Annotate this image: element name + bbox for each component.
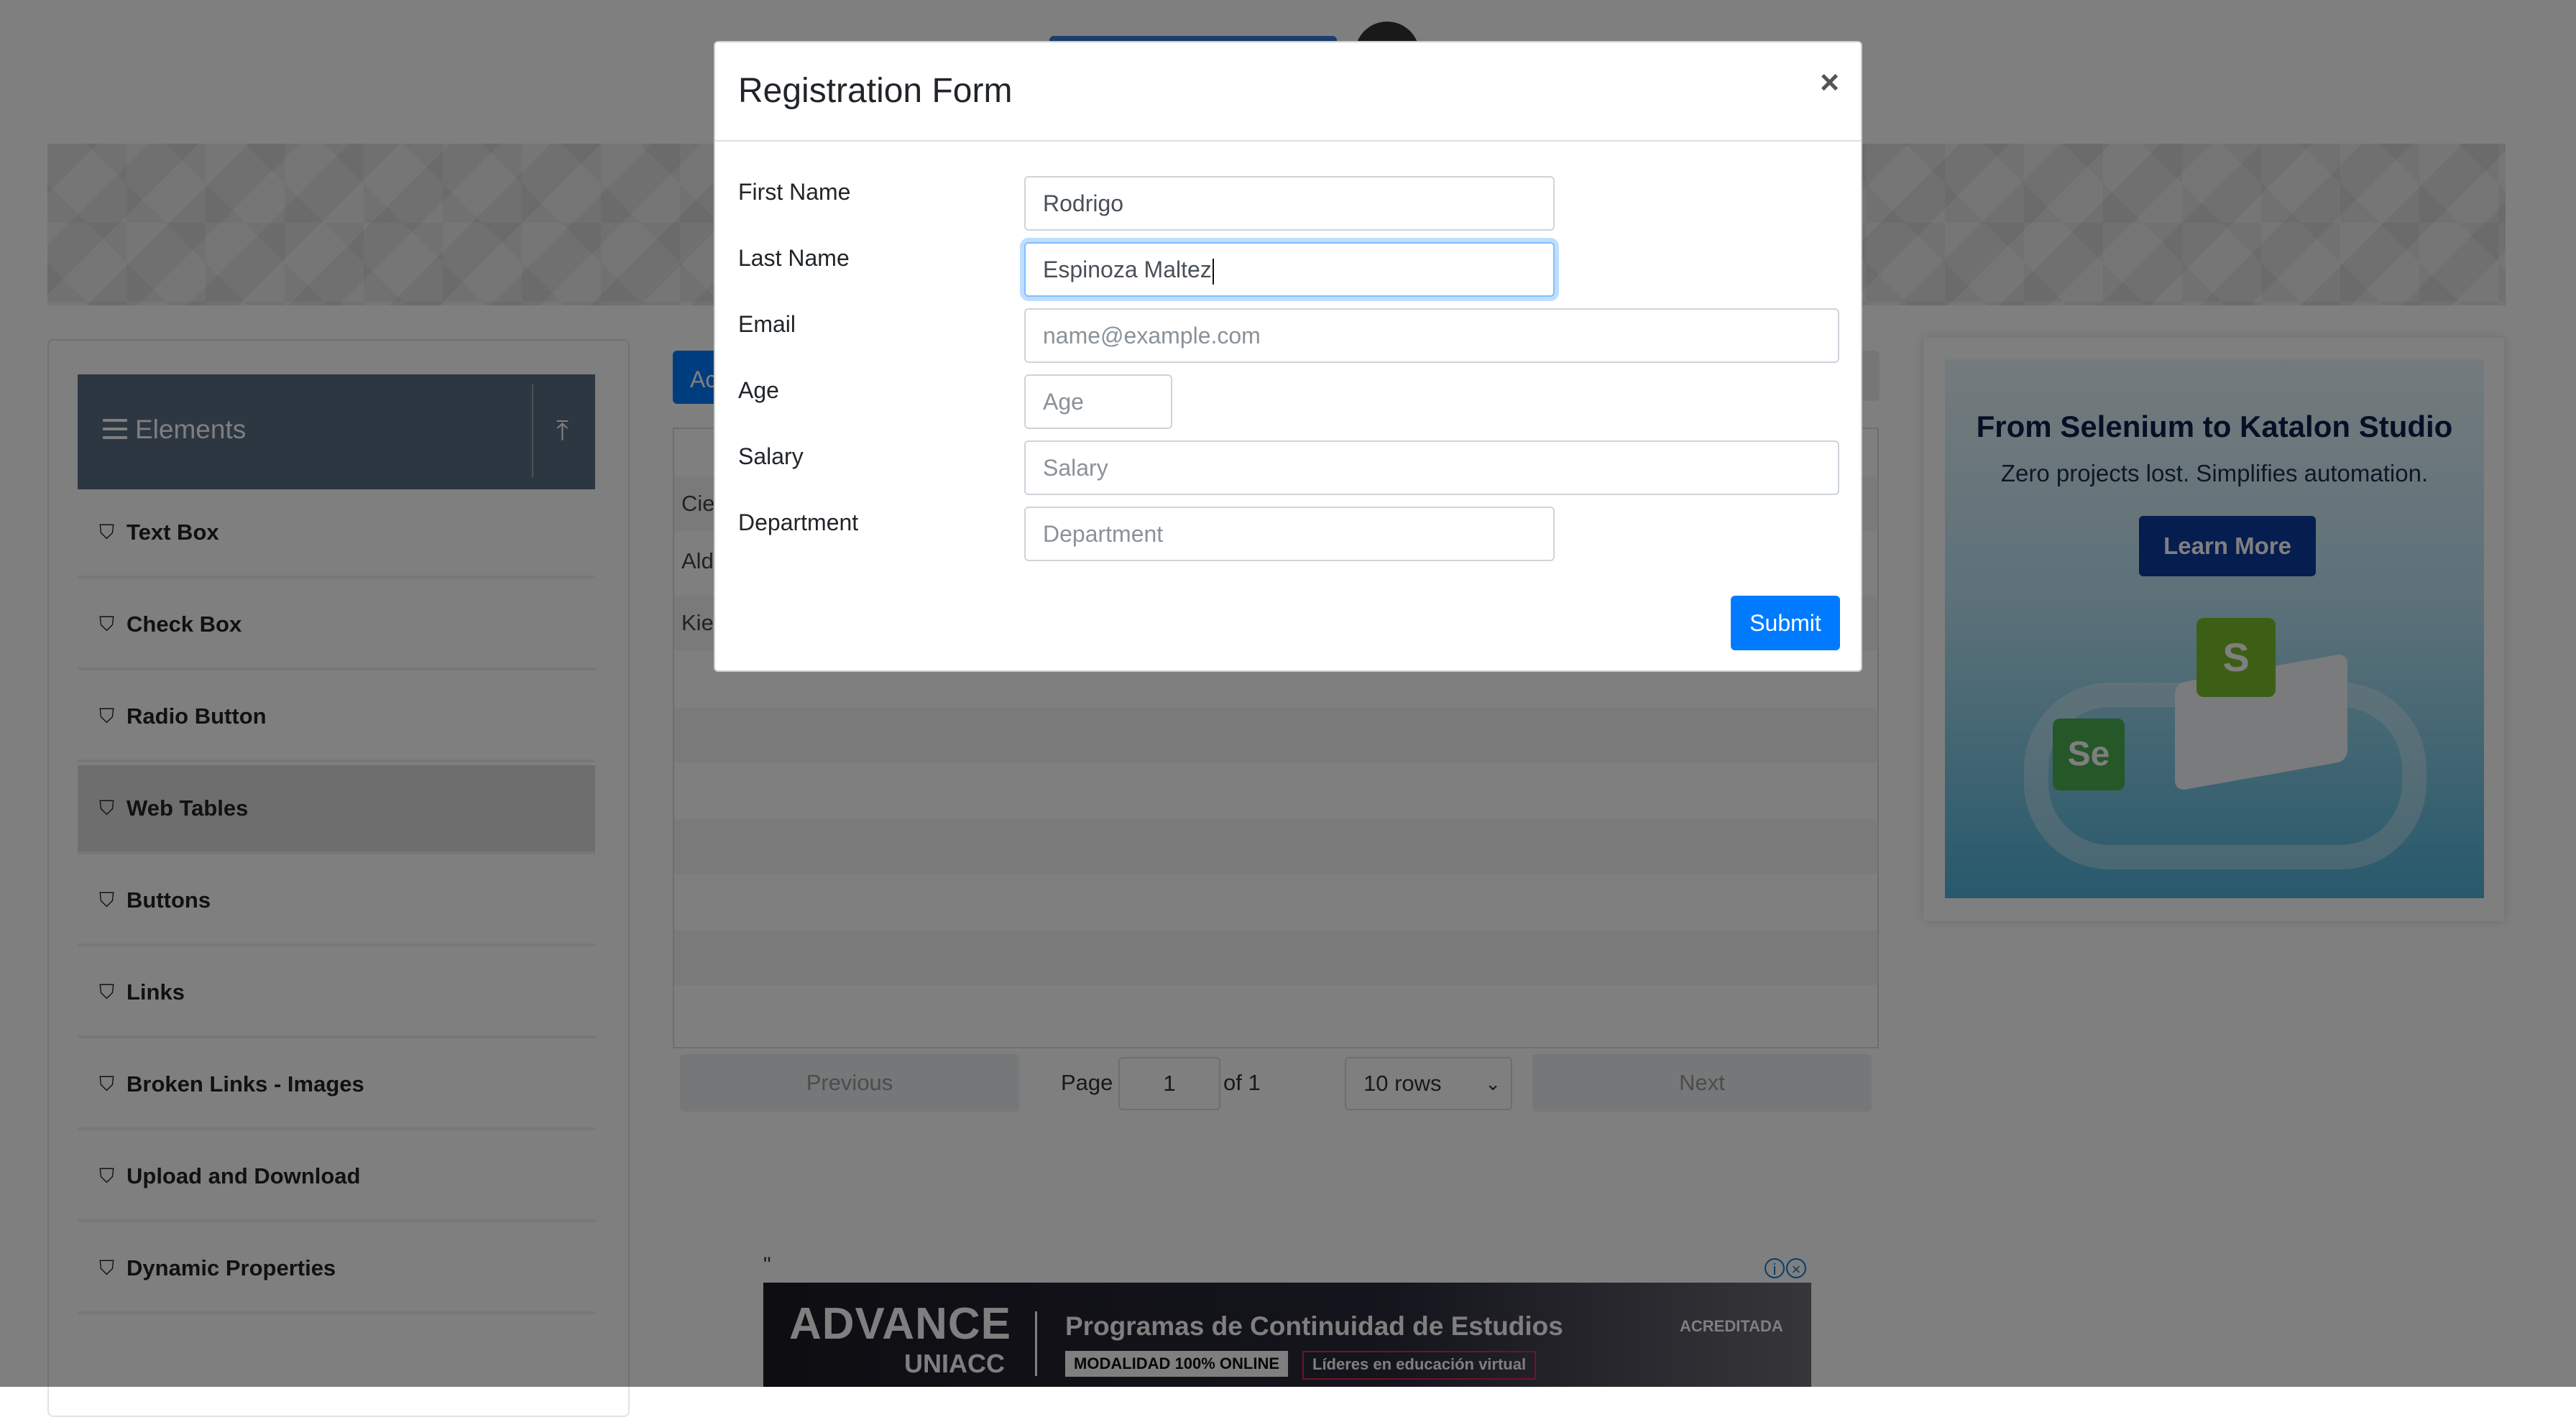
- submit-button[interactable]: Submit: [1731, 596, 1840, 650]
- last-name-field[interactable]: Espinoza Maltez: [1024, 242, 1555, 297]
- registration-modal: Registration Form × First Name Rodrigo L…: [714, 41, 1862, 672]
- modal-header: Registration Form ×: [715, 42, 1861, 142]
- first-name-field[interactable]: Rodrigo: [1024, 176, 1555, 231]
- text-caret: [1212, 258, 1214, 285]
- age-label: Age: [738, 377, 779, 403]
- department-label: Department: [738, 509, 859, 535]
- email-label: Email: [738, 311, 796, 337]
- department-field[interactable]: Department: [1024, 507, 1555, 561]
- salary-field[interactable]: Salary: [1024, 440, 1839, 495]
- last-name-label: Last Name: [738, 245, 850, 271]
- salary-label: Salary: [738, 443, 804, 469]
- first-name-label: First Name: [738, 179, 851, 205]
- modal-title: Registration Form: [738, 72, 1013, 110]
- age-field[interactable]: Age: [1024, 374, 1172, 429]
- last-name-value: Espinoza Maltez: [1043, 257, 1212, 282]
- close-icon[interactable]: ×: [1820, 63, 1839, 101]
- email-field[interactable]: name@example.com: [1024, 308, 1839, 363]
